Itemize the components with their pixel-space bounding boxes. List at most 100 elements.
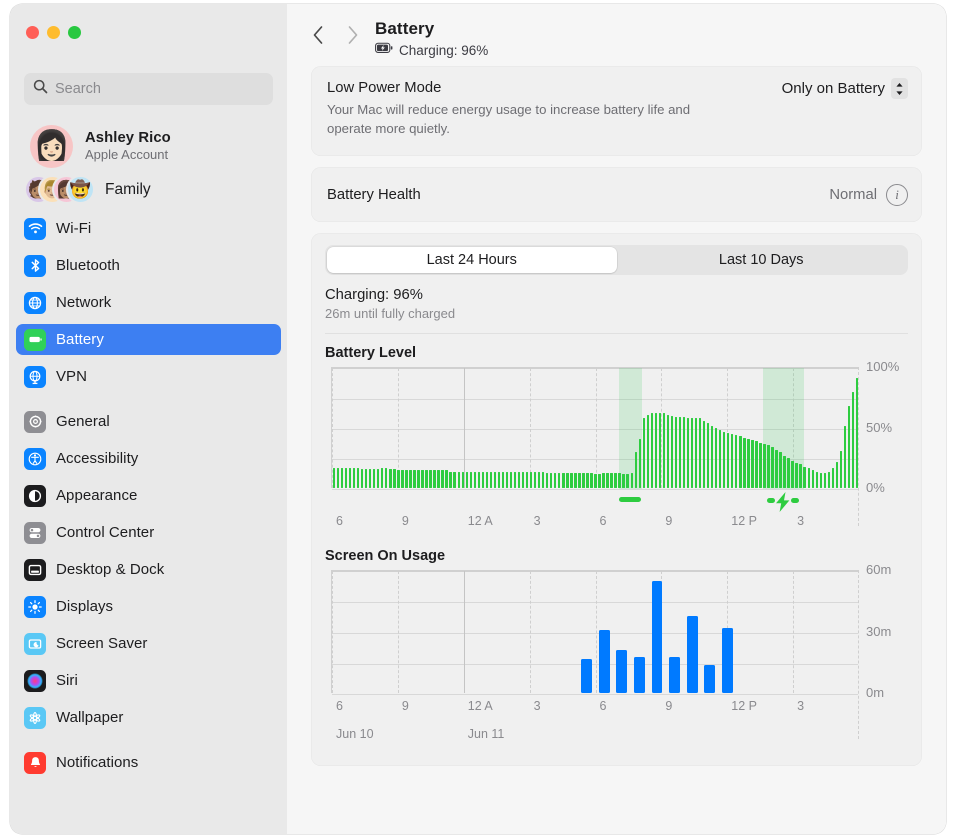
sidebar-item-network[interactable]: Network: [16, 287, 281, 318]
day-label: Jun 11: [468, 727, 505, 741]
bar: [574, 473, 576, 489]
charging-bolt-icon: [767, 492, 799, 517]
sidebar-item-general[interactable]: General: [16, 406, 281, 437]
family-row[interactable]: 🧑🏽 👨🏼 👩🏽 🤠 Family: [10, 173, 287, 213]
sidebar-item-wallpaper[interactable]: Wallpaper: [16, 702, 281, 733]
family-avatars: 🧑🏽 👨🏼 👩🏽 🤠: [24, 175, 100, 205]
sidebar-item-control-center[interactable]: Control Center: [16, 517, 281, 548]
bar: [353, 468, 355, 489]
bar: [494, 472, 496, 489]
bar: [711, 426, 713, 489]
bar: [783, 456, 785, 489]
sidebar-item-appearance[interactable]: Appearance: [16, 480, 281, 511]
toolbar: Battery Charging: 96%: [287, 4, 946, 66]
bar: [626, 474, 628, 489]
charging-dash-marker: [619, 497, 641, 502]
bar: [518, 472, 520, 489]
wifi-icon: [24, 218, 46, 240]
y-tick-label: 50%: [866, 420, 892, 435]
y-tick-label: 100%: [866, 359, 899, 374]
bar: [490, 472, 492, 489]
siri-icon: [24, 670, 46, 692]
bar: [534, 472, 536, 489]
bar: [570, 473, 572, 489]
tab-last-24-hours[interactable]: Last 24 Hours: [327, 247, 617, 273]
bar: [614, 473, 616, 489]
bar: [824, 473, 826, 489]
bar: [558, 473, 560, 489]
time-range-segmented-control[interactable]: Last 24 Hours Last 10 Days: [325, 245, 908, 275]
bar: [639, 439, 641, 489]
bar: [453, 472, 455, 489]
bar: [844, 426, 846, 489]
sidebar-item-vpn[interactable]: VPN: [16, 361, 281, 392]
forward-button[interactable]: [335, 18, 369, 52]
sidebar: 👩🏻 Ashley Rico Apple Account 🧑🏽 👨🏼 👩🏽 🤠 …: [10, 4, 287, 834]
bar: [722, 628, 733, 694]
zoom-button[interactable]: [68, 26, 81, 39]
bar: [852, 392, 854, 489]
bar: [727, 433, 729, 489]
bar: [791, 461, 793, 489]
battery-health-title: Battery Health: [327, 187, 421, 203]
x-tick-label: 9: [665, 699, 672, 713]
sidebar-item-notifications[interactable]: Notifications: [16, 747, 281, 778]
back-button[interactable]: [301, 18, 335, 52]
bar: [409, 470, 411, 488]
sidebar-item-battery[interactable]: Battery: [16, 324, 281, 355]
window-controls: [26, 26, 81, 39]
sidebar-item-label: Wallpaper: [56, 709, 123, 726]
sidebar-item-wi-fi[interactable]: Wi-Fi: [16, 213, 281, 244]
sidebar-item-label: Battery: [56, 331, 104, 348]
bar: [647, 415, 649, 489]
bar: [704, 665, 715, 694]
apple-account-row[interactable]: 👩🏻 Ashley Rico Apple Account: [16, 119, 281, 173]
bar: [816, 472, 818, 489]
bar: [373, 469, 375, 488]
bar: [655, 413, 657, 488]
search-icon: [33, 79, 48, 99]
accessibility-icon: [24, 448, 46, 470]
low-power-mode-popup-button[interactable]: Only on Battery: [782, 78, 908, 99]
tab-last-10-days[interactable]: Last 10 Days: [617, 247, 907, 273]
bar: [808, 468, 810, 489]
sidebar-item-accessibility[interactable]: Accessibility: [16, 443, 281, 474]
bar: [707, 423, 709, 488]
x-tick-label: 9: [665, 514, 672, 528]
bar: [417, 470, 419, 488]
bar: [669, 657, 680, 694]
bar: [703, 421, 705, 489]
battery-level-chart-title: Battery Level: [325, 345, 908, 361]
bar: [542, 472, 544, 489]
bar: [486, 472, 488, 489]
sidebar-item-screen-saver[interactable]: Screen Saver: [16, 628, 281, 659]
sidebar-item-siri[interactable]: Siri: [16, 665, 281, 696]
bar: [582, 473, 584, 489]
bar: [599, 630, 610, 694]
sidebar-item-bluetooth[interactable]: Bluetooth: [16, 250, 281, 281]
minimize-button[interactable]: [47, 26, 60, 39]
battery-health-card[interactable]: Battery Health Normal i: [311, 167, 922, 222]
x-tick-label: 9: [402, 699, 409, 713]
sidebar-scroll[interactable]: 👩🏻 Ashley Rico Apple Account 🧑🏽 👨🏼 👩🏽 🤠 …: [10, 119, 287, 834]
brightness-icon: [24, 596, 46, 618]
bar: [836, 462, 838, 489]
bar: [848, 406, 850, 488]
close-button[interactable]: [26, 26, 39, 39]
bar: [462, 472, 464, 489]
vpn-globe-icon: [24, 366, 46, 388]
bar: [369, 469, 371, 488]
bar: [562, 473, 564, 489]
bar: [554, 473, 556, 489]
search-field[interactable]: [24, 73, 273, 105]
info-icon[interactable]: i: [886, 184, 908, 206]
bar: [506, 472, 508, 489]
search-input[interactable]: [55, 81, 264, 97]
bar: [526, 472, 528, 489]
sidebar-item-displays[interactable]: Displays: [16, 591, 281, 622]
family-avatar-4: 🤠: [66, 175, 95, 204]
bar: [498, 472, 500, 489]
bar: [333, 468, 335, 489]
sidebar-item-desktop-dock[interactable]: Desktop & Dock: [16, 554, 281, 585]
bar: [606, 473, 608, 489]
